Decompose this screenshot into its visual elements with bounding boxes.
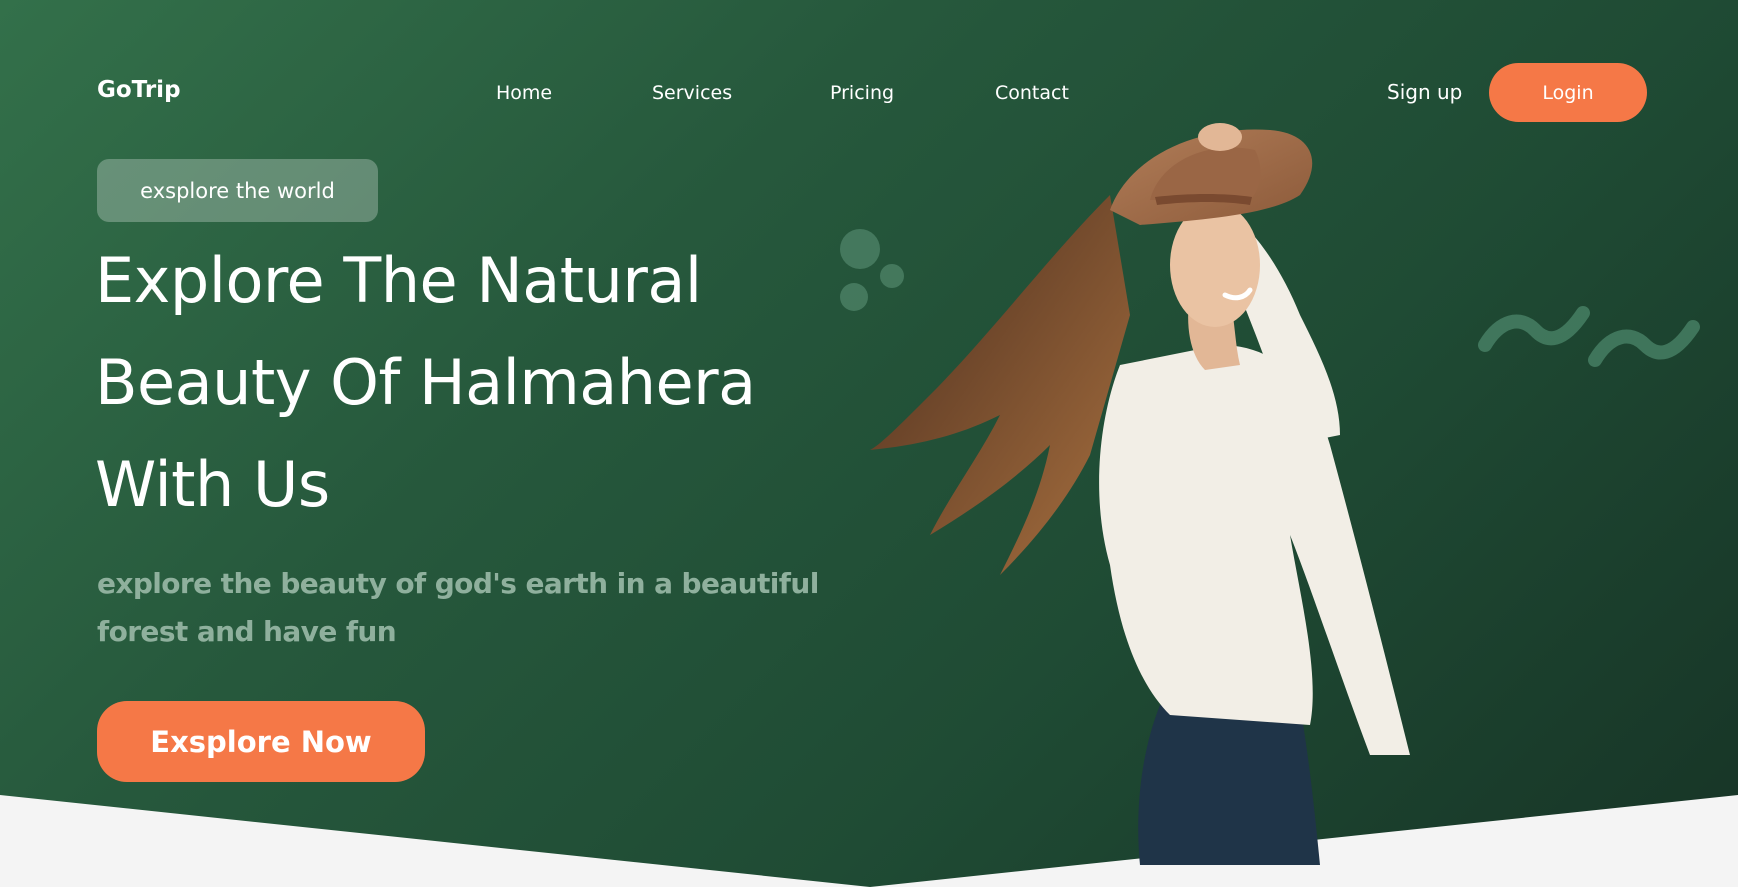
nav-link-pricing[interactable]: Pricing bbox=[830, 82, 894, 104]
nav-link-home[interactable]: Home bbox=[496, 82, 552, 104]
hero-tag-badge: exsplore the world bbox=[97, 159, 378, 222]
hair-shape bbox=[870, 195, 1130, 575]
nav-link-services[interactable]: Services bbox=[652, 82, 732, 104]
hero-subtitle: explore the beauty of god's earth in a b… bbox=[97, 567, 819, 648]
signup-link[interactable]: Sign up bbox=[1387, 80, 1462, 104]
nav-link-contact[interactable]: Contact bbox=[995, 82, 1069, 104]
headline-line-1: Explore The Natural bbox=[95, 244, 702, 317]
top-navigation: GoTrip Home Services Pricing Contact Sig… bbox=[0, 0, 1738, 185]
headline-line-2: Beauty Of Halmahera bbox=[95, 346, 756, 419]
jeans-shape bbox=[1138, 705, 1320, 865]
decorative-waves-icon bbox=[1478, 306, 1700, 367]
face-shape bbox=[1170, 203, 1260, 327]
woman-in-hat-photo bbox=[870, 123, 1410, 865]
login-button[interactable]: Login bbox=[1489, 63, 1647, 122]
sweater-shape bbox=[1099, 345, 1410, 755]
hero-headline: Explore The Natural Beauty Of Halmahera … bbox=[95, 230, 885, 536]
logo[interactable]: GoTrip bbox=[97, 77, 181, 103]
headline-line-3: With Us bbox=[95, 448, 330, 521]
explore-now-button[interactable]: Exsplore Now bbox=[97, 701, 425, 782]
